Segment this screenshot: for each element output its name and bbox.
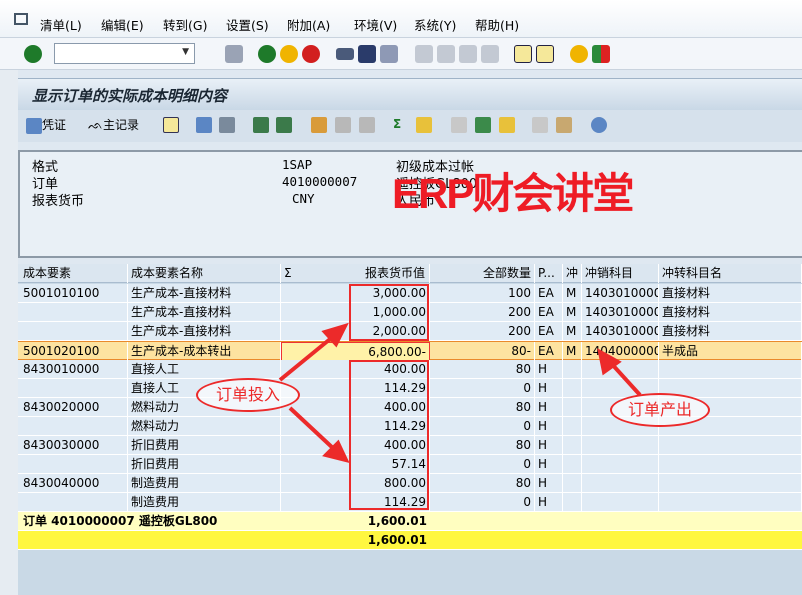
- annotation-order-output: 订单产出: [610, 393, 710, 427]
- annotation-order-input: 订单投入: [196, 378, 300, 412]
- annotation-arrows: [0, 0, 802, 595]
